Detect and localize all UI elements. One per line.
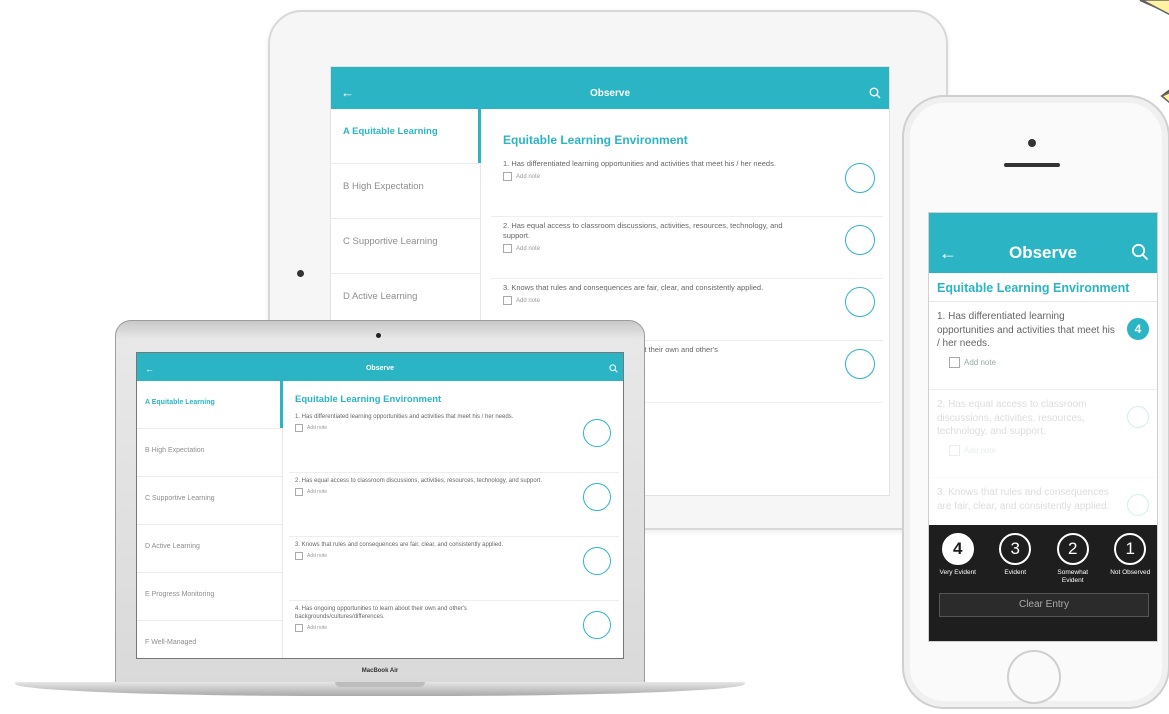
question-item: 2. Has equal access to classroom discuss… [289,473,619,537]
rating-number: 4 [941,533,974,565]
laptop-camera [376,333,381,338]
question-text: 2. Has equal access to classroom discuss… [503,221,783,241]
note-icon [503,244,512,254]
question-text: 2. Has equal access to classroom discuss… [295,478,543,484]
add-note-link[interactable]: Add note [295,424,549,433]
sidebar-item-b[interactable]: B High Expectation [137,429,282,477]
rating-circle-button[interactable] [845,225,875,255]
note-icon [503,172,512,182]
question-item: 1. Has differentiated learning opportuni… [929,302,1157,390]
sidebar-item-b[interactable]: B High Expectation [331,164,480,219]
rating-label: Not Observed [1110,569,1151,576]
rating-circle-button[interactable] [845,349,875,379]
rating-option-1[interactable]: 1 Not Observed [1104,533,1156,585]
rating-circle-button[interactable] [845,163,875,193]
sidebar: A Equitable Learning B High Expectation … [137,381,283,658]
rating-circle-button[interactable] [845,287,875,317]
search-icon[interactable] [1131,243,1149,261]
sidebar-item-f[interactable]: F Well-Managed [137,621,282,658]
phone-camera [1028,139,1036,147]
question-item: 1. Has differentiated learning opportuni… [491,155,883,217]
rating-circle-button[interactable] [583,611,611,639]
tablet-camera [297,270,304,277]
question-item: 2. Has equal access to classroom discuss… [491,217,883,279]
add-note-link[interactable]: Add note [503,172,793,182]
note-icon [295,552,303,561]
note-icon [295,488,303,497]
main-content: Equitable Learning Environment 1. Has di… [289,381,619,658]
app-header: ← Observe [137,353,623,381]
search-icon[interactable] [869,87,881,99]
rating-option-2[interactable]: 2 Somewhat Evident [1047,533,1099,585]
add-note-link[interactable]: Add note [503,244,793,254]
phone-home-button[interactable] [1007,650,1061,704]
question-text: 3. Knows that rules and consequences are… [295,542,504,548]
sidebar-item-c[interactable]: C Supportive Learning [331,219,480,274]
rating-number: 1 [1114,533,1147,565]
sidebar-item-e[interactable]: E Progress Monitoring [137,573,282,621]
phone-screen: ← Observe Equitable Learning Environment… [928,212,1158,642]
question-text: 4. Has ongoing opportunities to learn ab… [295,606,467,621]
rating-circle-button[interactable] [583,419,611,447]
laptop-base [15,682,745,696]
laptop-screen: ← Observe A Equitable Learning B High Ex… [136,352,624,659]
rating-circle-button[interactable]: 4 [1127,318,1149,340]
sidebar-item-d[interactable]: D Active Learning [137,525,282,573]
rating-option-4[interactable]: 4 Very Evident [932,533,984,585]
rating-label: Evident [1004,569,1027,576]
question-item: 3. Knows that rules and consequences are… [289,537,619,601]
add-note-link[interactable]: Add note [295,624,549,633]
question-text: 1. Has differentiated learning opportuni… [503,159,776,168]
section-title: Equitable Learning Environment [929,273,1157,302]
note-icon [949,444,960,456]
note-icon [503,296,512,306]
section-title: Equitable Learning Environment [295,394,442,405]
question-text: 1. Has differentiated learning opportuni… [295,414,514,420]
question-item: 1. Has differentiated learning opportuni… [289,409,619,473]
question-item: 4. Has ongoing opportunities to learn ab… [289,601,619,658]
rating-circle-button[interactable] [583,547,611,575]
laptop-brand-label: MacBook Air [361,668,399,674]
note-icon [949,356,960,368]
search-icon[interactable] [609,364,618,373]
sidebar-item-a[interactable]: A Equitable Learning [137,381,283,429]
rating-circle-button[interactable] [1127,406,1149,428]
question-text: 2. Has equal access to classroom discuss… [937,399,1087,437]
header-title: Observe [1008,243,1078,262]
section-title: Equitable Learning Environment [503,133,688,147]
app-header: ← Observe [929,213,1157,273]
clear-entry-button[interactable]: Clear Entry [939,592,1149,617]
rating-label: Very Evident [939,569,977,576]
add-note-link[interactable]: Add note [949,444,1119,456]
rating-option-3[interactable]: 3 Evident [989,533,1041,585]
header-title: Observe [589,88,631,99]
phone-device: ← Observe Equitable Learning Environment… [902,95,1169,709]
note-icon [295,624,303,633]
rating-number: 3 [999,533,1032,565]
rating-label: Somewhat Evident [1057,569,1089,584]
rating-number: 2 [1056,533,1089,565]
note-icon [295,424,303,433]
question-text: 3. Knows that rules and consequences are… [503,283,764,292]
question-text: 3. Knows that rules and consequences are… [937,487,1110,512]
rating-sheet: 4 Very Evident 3 Evident 2 Somewhat Evid… [929,525,1157,641]
header-title: Observe [365,365,395,372]
rating-options: 4 Very Evident 3 Evident 2 Somewhat Evid… [929,525,1157,585]
add-note-link[interactable]: Add note [295,552,549,561]
sidebar-item-a[interactable]: A Equitable Learning [331,109,481,164]
question-text: 1. Has differentiated learning opportuni… [937,311,1115,349]
add-note-link[interactable]: Add note [295,488,549,497]
rating-circle-button[interactable] [1127,494,1149,516]
rating-circle-button[interactable] [583,483,611,511]
app-header: ← Observe [331,67,889,109]
sidebar-item-c[interactable]: C Supportive Learning [137,477,282,525]
phone-speaker [1004,163,1060,167]
add-note-link[interactable]: Add note [503,296,793,306]
laptop-notch [335,682,425,687]
add-note-link[interactable]: Add note [949,356,1119,368]
question-item: 2. Has equal access to classroom discuss… [929,390,1157,478]
